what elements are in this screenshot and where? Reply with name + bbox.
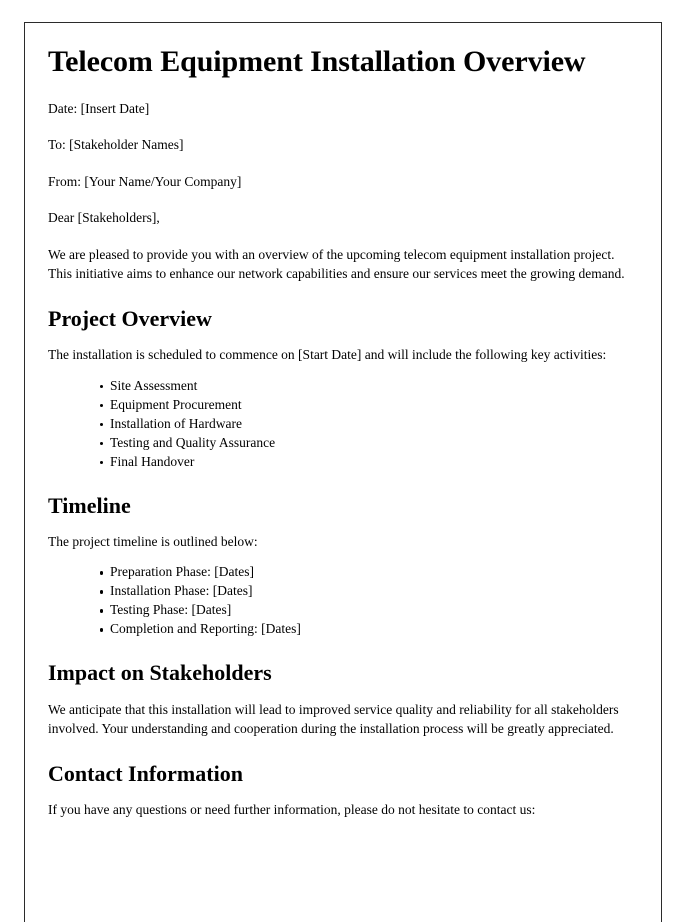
list-item: Installation Phase: [Dates] xyxy=(100,582,632,600)
salutation-line: Dear [Stakeholders], xyxy=(48,210,160,226)
page-title: Telecom Equipment Installation Overview xyxy=(48,45,586,78)
document-page: Telecom Equipment Installation Overview … xyxy=(24,22,662,922)
timeline-lead-in: The project timeline is outlined below: xyxy=(48,533,258,549)
intro-paragraph: We are pleased to provide you with an ov… xyxy=(48,246,625,282)
impact-on-stakeholders-paragraph: We anticipate that this installation wil… xyxy=(48,701,619,737)
section-heading-impact-on-stakeholders: Impact on Stakeholders xyxy=(48,660,272,686)
section-heading-project-overview: Project Overview xyxy=(48,305,212,331)
list-item: Equipment Procurement xyxy=(100,396,632,414)
list-item: Testing and Quality Assurance xyxy=(100,434,632,452)
section-heading-timeline: Timeline xyxy=(48,492,131,518)
timeline-list: Preparation Phase: [Dates] Installation … xyxy=(48,563,632,638)
from-line: From: [Your Name/Your Company] xyxy=(48,173,242,189)
document-body: Telecom Equipment Installation Overview … xyxy=(48,45,632,820)
to-line: To: [Stakeholder Names] xyxy=(48,137,184,153)
contact-information-paragraph: If you have any questions or need furthe… xyxy=(48,801,536,817)
list-item: Final Handover xyxy=(100,453,632,471)
list-item: Site Assessment xyxy=(100,377,632,395)
list-item: Completion and Reporting: [Dates] xyxy=(100,620,632,638)
date-line: Date: [Insert Date] xyxy=(48,100,150,116)
list-item: Installation of Hardware xyxy=(100,415,632,433)
list-item: Preparation Phase: [Dates] xyxy=(100,563,632,581)
project-overview-list: Site Assessment Equipment Procurement In… xyxy=(48,377,632,471)
list-item: Testing Phase: [Dates] xyxy=(100,601,632,619)
project-overview-lead-in: The installation is scheduled to commenc… xyxy=(48,347,607,363)
section-heading-contact-information: Contact Information xyxy=(48,760,243,786)
